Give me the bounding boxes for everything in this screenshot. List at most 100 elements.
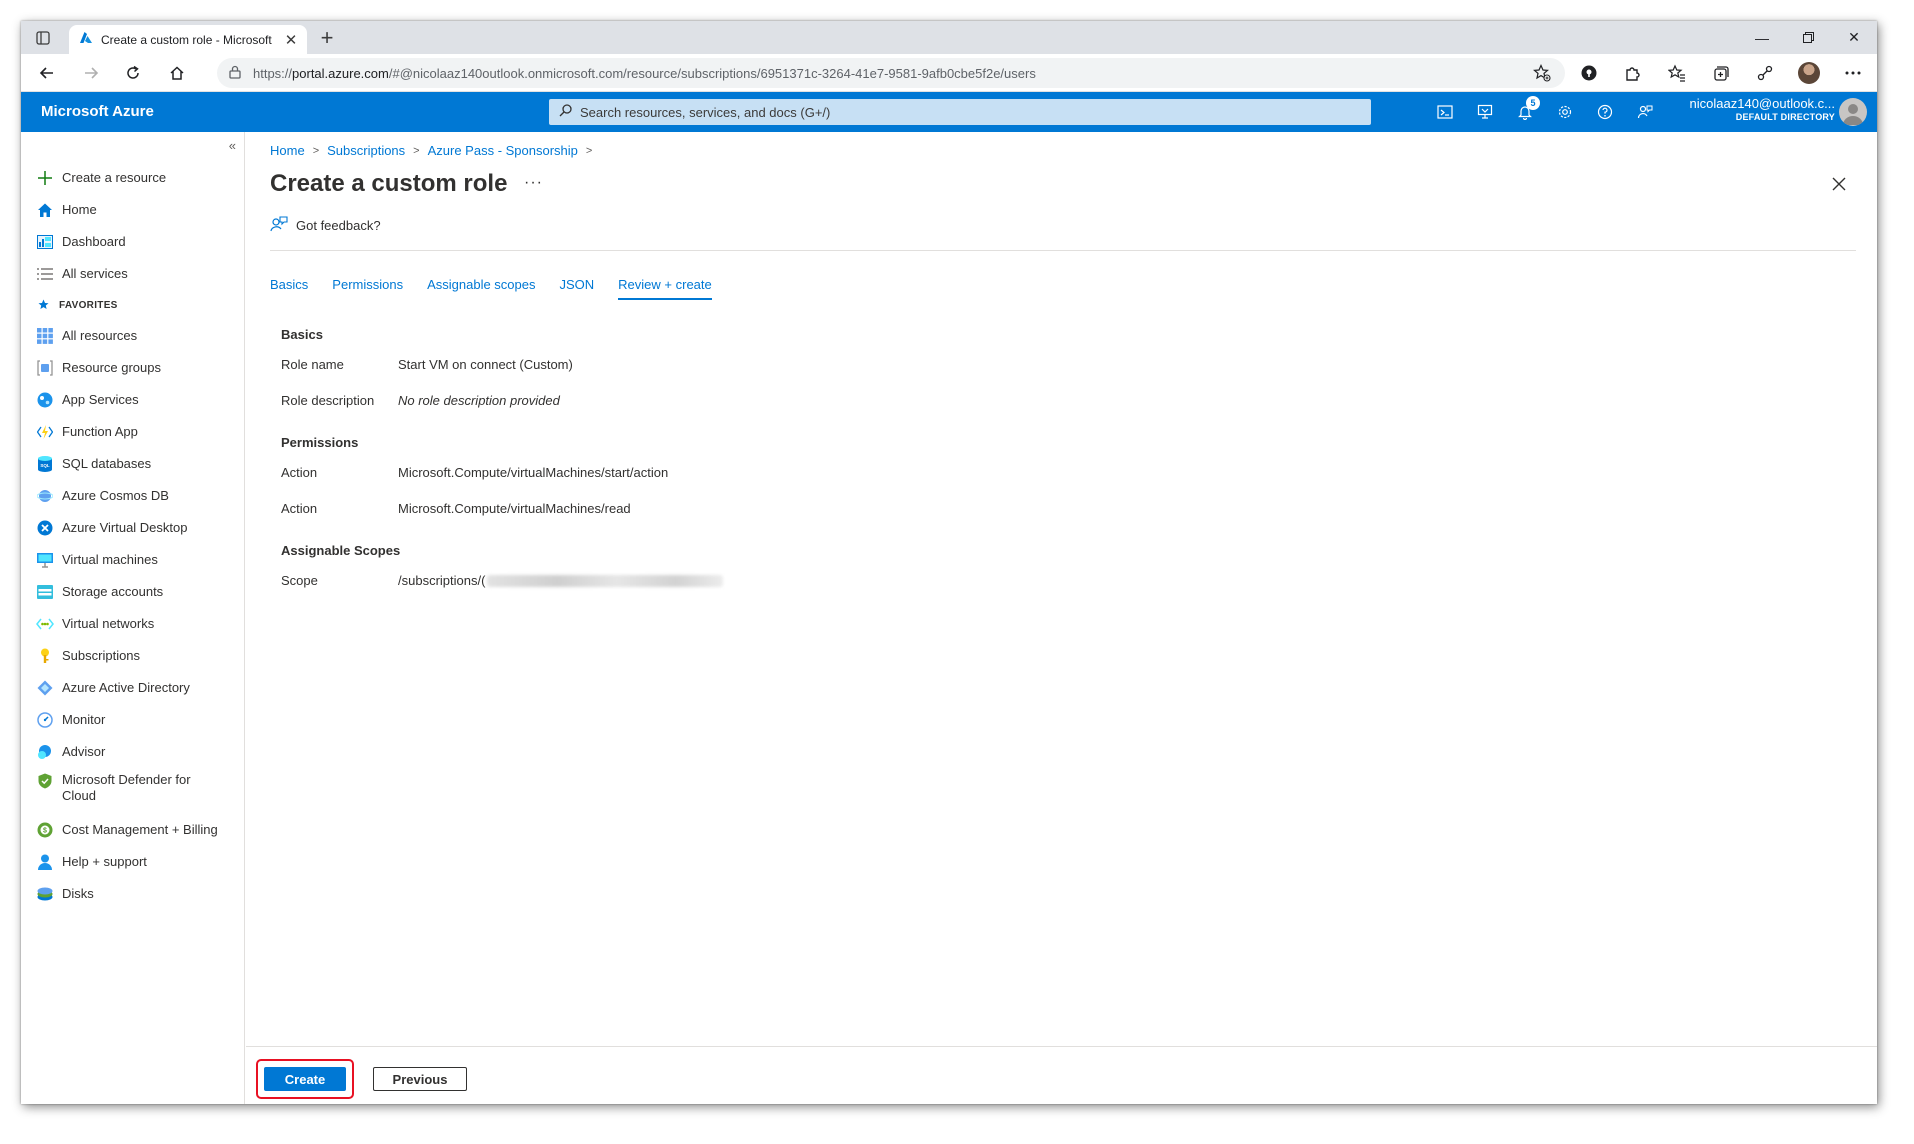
nav-monitor[interactable]: Monitor [21, 704, 244, 736]
settings-gear-icon[interactable] [1553, 100, 1577, 124]
scope-row: Scope /subscriptions/( [281, 562, 1081, 598]
breadcrumb-subscriptions[interactable]: Subscriptions [327, 143, 405, 158]
tab-json[interactable]: JSON [560, 277, 595, 300]
nav-label: Azure Cosmos DB [62, 488, 169, 503]
nav-azure-active-directory[interactable]: Azure Active Directory [21, 672, 244, 704]
nav-label: Dashboard [62, 234, 126, 249]
virtual-desktop-icon [36, 519, 54, 537]
diamond-icon [36, 679, 54, 697]
tab-actions-icon[interactable] [33, 28, 53, 48]
nav-label: App Services [62, 392, 139, 407]
breadcrumb-chevron-icon: > [585, 144, 593, 157]
home-browser-icon[interactable] [165, 61, 189, 85]
notifications-bell-icon[interactable]: 5 [1513, 96, 1540, 124]
nav-disks[interactable]: Disks [21, 878, 244, 910]
nav-resource-groups[interactable]: Resource groups [21, 352, 244, 384]
breadcrumb-chevron-icon: > [413, 144, 420, 157]
collections-icon[interactable] [1709, 61, 1733, 85]
previous-button[interactable]: Previous [373, 1067, 467, 1091]
nav-function-app[interactable]: Function App [21, 416, 244, 448]
restore-icon[interactable] [1785, 21, 1831, 54]
browser-tabstrip: Create a custom role - Microsoft ✕ + — ✕ [21, 21, 1877, 54]
nav-azure-virtual-desktop[interactable]: Azure Virtual Desktop [21, 512, 244, 544]
nav-label: Storage accounts [62, 584, 164, 599]
directory-filter-icon[interactable] [1473, 100, 1497, 124]
feedback-person-icon[interactable] [1633, 100, 1657, 124]
back-arrow-icon[interactable] [35, 61, 59, 85]
permission-label: Action [281, 500, 318, 516]
nav-azure-cosmos-db[interactable]: Azure Cosmos DB [21, 480, 244, 512]
url-prefix: https:// [253, 65, 293, 81]
plus-icon [36, 169, 54, 187]
new-tab-icon[interactable]: + [315, 25, 339, 50]
close-window-icon[interactable]: ✕ [1831, 21, 1877, 54]
nav-virtual-machines[interactable]: Virtual machines [21, 544, 244, 576]
more-options-icon[interactable] [1841, 61, 1865, 85]
nav-virtual-networks[interactable]: Virtual networks [21, 608, 244, 640]
forward-arrow-icon[interactable] [79, 61, 103, 85]
tab-review-create[interactable]: Review + create [618, 277, 712, 300]
create-button[interactable]: Create [264, 1067, 346, 1091]
network-icon [36, 615, 54, 633]
nav-app-services[interactable]: App Services [21, 384, 244, 416]
role-description-value: No role description provided [398, 392, 560, 408]
nav-dashboard[interactable]: Dashboard [21, 226, 244, 258]
share-icon[interactable] [1753, 61, 1777, 85]
nav-sql-databases[interactable]: SQL SQL databases [21, 448, 244, 480]
nav-create-resource[interactable]: Create a resource [21, 162, 244, 194]
tab-permissions[interactable]: Permissions [332, 277, 403, 300]
nav-all-services[interactable]: All services [21, 258, 244, 290]
help-question-icon[interactable] [1593, 100, 1617, 124]
nav-storage-accounts[interactable]: Storage accounts [21, 576, 244, 608]
breadcrumb-subscription[interactable]: Azure Pass - Sponsorship [428, 143, 578, 158]
breadcrumb-home[interactable]: Home [270, 143, 305, 158]
azure-top-bar: Microsoft Azure 5 [21, 92, 1877, 132]
extensions-puzzle-icon[interactable] [1621, 61, 1645, 85]
azure-brand[interactable]: Microsoft Azure [41, 103, 154, 120]
account-email: nicolaaz140@outlook.c... [1689, 96, 1835, 111]
password-extension-icon[interactable] [1577, 61, 1601, 85]
browser-tab-title: Create a custom role - Microsoft [101, 32, 272, 47]
browser-tab-active[interactable]: Create a custom role - Microsoft ✕ [69, 25, 307, 54]
refresh-icon[interactable] [121, 61, 145, 85]
person-icon [36, 853, 54, 871]
disk-icon [36, 885, 54, 903]
nav-cost-management[interactable]: $ Cost Management + Billing [21, 814, 244, 846]
more-actions-icon[interactable]: ··· [524, 174, 543, 192]
favorites-section-header: FAVORITES [21, 290, 244, 320]
address-bar[interactable]: https://portal.azure.com/#@nicolaaz140ou… [217, 58, 1565, 88]
nav-list: Create a resource Home Dashboard All ser… [21, 162, 244, 910]
nav-label: Disks [62, 886, 94, 901]
nav-home[interactable]: Home [21, 194, 244, 226]
redacted-blur [487, 575, 724, 588]
collapse-menu-icon[interactable]: « [229, 138, 236, 153]
close-blade-icon[interactable] [1829, 174, 1849, 194]
tab-basics[interactable]: Basics [270, 277, 308, 300]
add-favorite-icon[interactable] [1533, 64, 1551, 85]
nav-label: Microsoft Defender for Cloud [62, 772, 191, 803]
feedback-label: Got feedback? [296, 218, 381, 233]
globe-icon [36, 391, 54, 409]
account-avatar-icon[interactable] [1839, 98, 1867, 126]
nav-subscriptions[interactable]: Subscriptions [21, 640, 244, 672]
cloud-shell-icon[interactable] [1433, 100, 1457, 124]
nav-label: Azure Virtual Desktop [62, 520, 188, 535]
nav-microsoft-defender[interactable]: Microsoft Defender for Cloud [21, 768, 244, 814]
feedback-link[interactable]: Got feedback? [270, 216, 381, 235]
profile-avatar-icon[interactable] [1797, 61, 1821, 85]
permission-label: Action [281, 464, 318, 480]
favorites-icon[interactable] [1665, 61, 1689, 85]
cost-icon: $ [36, 821, 54, 839]
lock-icon[interactable] [229, 65, 241, 82]
global-search[interactable] [549, 99, 1371, 125]
minimize-icon[interactable]: — [1739, 21, 1785, 54]
tab-assignable-scopes[interactable]: Assignable scopes [427, 277, 535, 300]
nav-advisor[interactable]: Advisor [21, 736, 244, 768]
nav-all-resources[interactable]: All resources [21, 320, 244, 352]
search-input[interactable] [580, 104, 1360, 120]
close-tab-icon[interactable]: ✕ [283, 32, 299, 49]
role-name-row: Role name Start VM on connect (Custom) [281, 346, 1081, 382]
account-info[interactable]: nicolaaz140@outlook.c... DEFAULT DIRECTO… [1675, 96, 1835, 122]
nav-help-support[interactable]: Help + support [21, 846, 244, 878]
nav-label: Azure Active Directory [62, 680, 190, 695]
